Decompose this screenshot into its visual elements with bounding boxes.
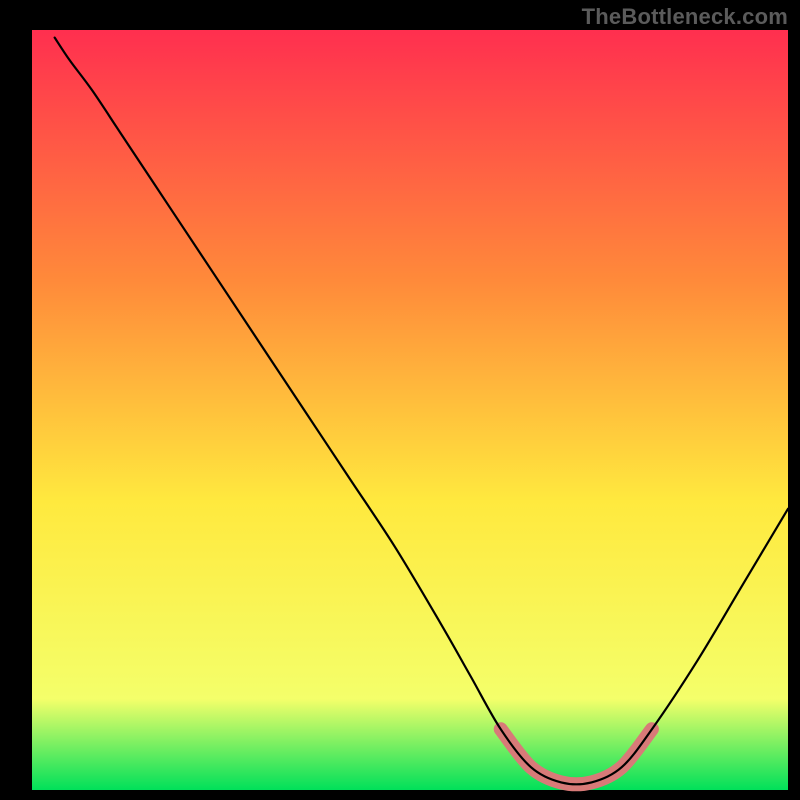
watermark-text: TheBottleneck.com [582, 4, 788, 30]
bottleneck-chart [0, 0, 800, 800]
plot-background [32, 30, 788, 790]
chart-frame: TheBottleneck.com [0, 0, 800, 800]
